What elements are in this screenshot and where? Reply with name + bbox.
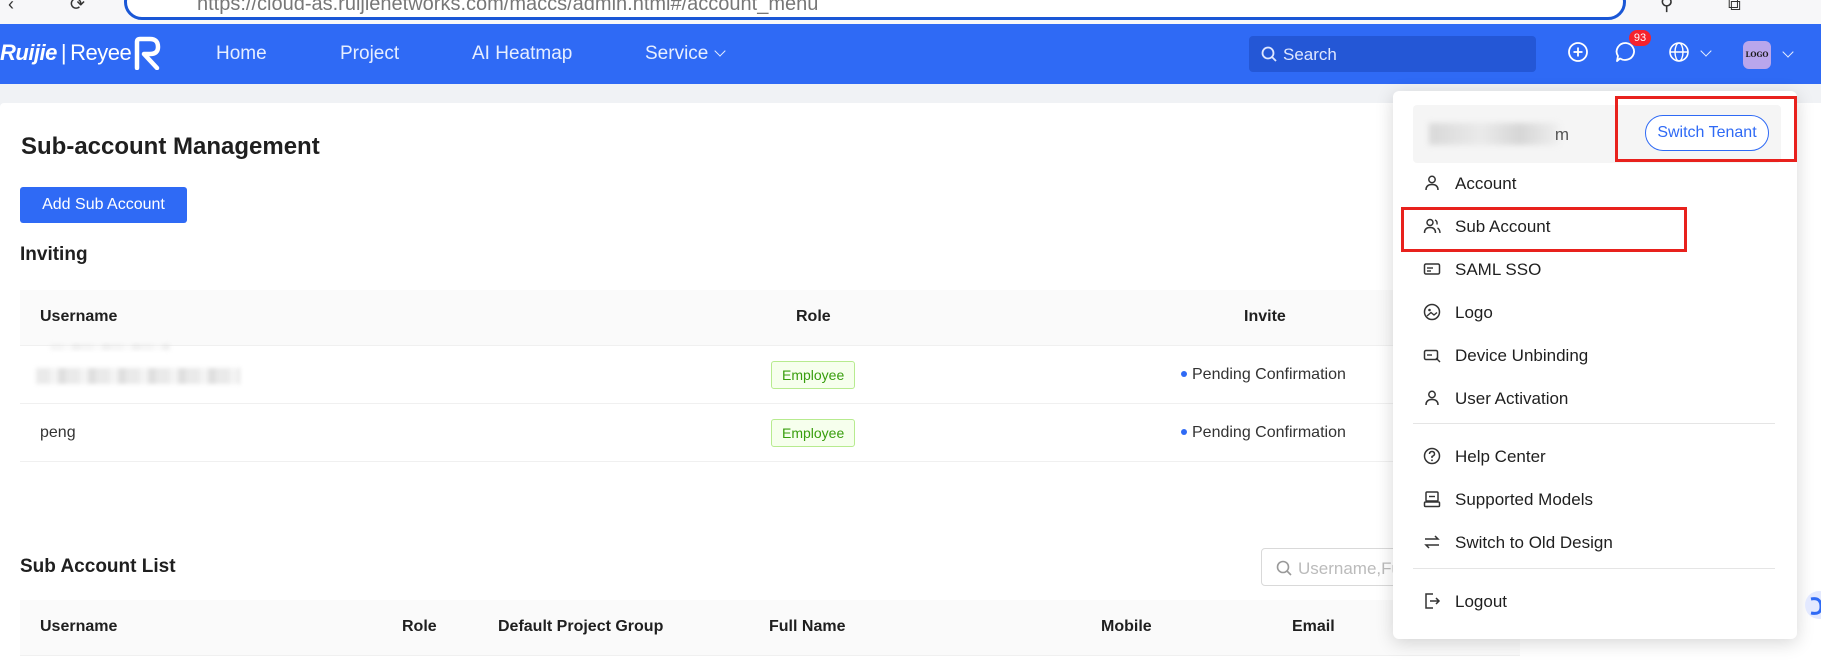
model-icon — [1423, 491, 1441, 508]
highlight-switch-tenant — [1615, 96, 1797, 162]
chevron-down-icon — [714, 45, 727, 57]
user-icon — [1425, 390, 1439, 406]
browser-toolbar: ‹ ⟳ https://cloud-as.ruijienetworks.com/… — [0, 0, 1821, 24]
menu-item-label: Device Unbinding — [1455, 346, 1589, 365]
status-dot-icon — [1181, 371, 1187, 377]
chevron-down-icon[interactable] — [1782, 46, 1794, 58]
column-default-project-group: Default Project Group — [498, 618, 664, 635]
top-navigation: Ruijie | Reyee Home Project AI Heatmap Ser… — [0, 24, 1821, 84]
column-role: Role — [796, 308, 831, 325]
address-url: https://cloud-as.ruijienetworks.com/macc… — [197, 0, 819, 15]
menu-divider — [1413, 423, 1775, 424]
menu-item-user-activation[interactable]: User Activation — [1393, 379, 1797, 419]
invite-status-text: Pending Confirmation — [1192, 424, 1346, 441]
highlight-sub-account — [1401, 207, 1687, 252]
refresh-icon[interactable]: ⟳ — [70, 0, 85, 15]
menu-item-label: Logout — [1455, 592, 1507, 611]
brand-separator: | — [60, 40, 67, 65]
nav-home[interactable]: Home — [216, 43, 267, 65]
address-bar[interactable]: https://cloud-as.ruijienetworks.com/macc… — [124, 0, 1626, 20]
id-card-icon — [1423, 263, 1441, 275]
language-selector[interactable] — [1668, 41, 1712, 68]
search-icon — [1276, 560, 1292, 576]
username-cell: peng — [40, 424, 76, 441]
menu-item-logo[interactable]: Logo — [1393, 293, 1797, 333]
role-tag: Employee — [771, 361, 856, 389]
menu-item-saml-sso[interactable]: SAML SSO — [1393, 250, 1797, 290]
column-username: Username — [40, 308, 118, 325]
filter-placeholder: Username,Fu — [1298, 559, 1401, 578]
search-icon — [1261, 46, 1277, 62]
assistant-bubble-icon[interactable] — [1791, 585, 1821, 625]
menu-item-account[interactable]: Account — [1393, 164, 1797, 204]
swap-icon — [1424, 535, 1440, 549]
account-filter-input[interactable]: Username,Fu — [1261, 548, 1401, 586]
invite-status: Pending Confirmation — [1181, 424, 1346, 442]
brand-name: Ruijie — [0, 40, 57, 65]
extension-icon[interactable]: ⚲ — [1660, 0, 1673, 15]
menu-item-logout[interactable]: Logout — [1393, 582, 1797, 622]
menu-item-label: Switch to Old Design — [1455, 533, 1613, 552]
menu-item-supported-models[interactable]: Supported Models — [1393, 480, 1797, 520]
page-title: Sub-account Management — [21, 133, 320, 160]
invite-status: Pending Confirmation — [1181, 366, 1346, 384]
brand-subname: Reyee — [70, 40, 132, 65]
logout-icon — [1425, 593, 1441, 609]
menu-item-label: Account — [1455, 174, 1517, 193]
menu-item-device-unbinding[interactable]: Device Unbinding — [1393, 336, 1797, 376]
role-tag: Employee — [771, 419, 856, 447]
table-row: peng Employee Pending Confirmation — [20, 404, 1520, 462]
status-dot-icon — [1181, 429, 1187, 435]
chevron-down-icon — [1700, 45, 1712, 57]
unlink-icon — [1423, 349, 1441, 363]
search-placeholder: Search — [1283, 45, 1337, 64]
menu-item-label: Logo — [1455, 303, 1493, 322]
account-dropdown-menu: m Switch Tenant Account Sub Account SAML… — [1393, 91, 1797, 639]
nav-service-label: Service — [645, 43, 709, 64]
help-icon — [1423, 447, 1441, 465]
nav-project[interactable]: Project — [340, 43, 399, 65]
menu-item-help-center[interactable]: Help Center — [1393, 437, 1797, 477]
sub-account-list-title: Sub Account List — [20, 556, 176, 577]
menu-item-label: Help Center — [1455, 447, 1546, 466]
menu-item-label: Supported Models — [1455, 490, 1593, 509]
global-search[interactable]: Search — [1249, 36, 1536, 72]
brand-logo[interactable]: Ruijie | Reyee — [0, 40, 132, 66]
redacted-username — [36, 368, 240, 384]
column-role: Role — [402, 618, 437, 635]
inviting-table-header: Username Role Invite — [20, 290, 1520, 346]
menu-divider — [1413, 568, 1775, 569]
menu-item-switch-old-design[interactable]: Switch to Old Design — [1393, 523, 1797, 563]
menu-item-label: SAML SSO — [1455, 260, 1542, 279]
table-row: Employee Pending Confirmation — [20, 344, 1520, 404]
nav-ai-heatmap[interactable]: AI Heatmap — [472, 43, 572, 65]
column-email: Email — [1292, 618, 1335, 635]
menu-item-label: User Activation — [1455, 389, 1569, 408]
column-full-name: Full Name — [769, 618, 846, 635]
notification-badge: 93 — [1629, 30, 1651, 46]
invite-status-text: Pending Confirmation — [1192, 366, 1346, 383]
current-user-email: m — [1554, 125, 1569, 144]
image-icon — [1423, 303, 1441, 321]
globe-icon — [1669, 42, 1689, 62]
add-circle-icon[interactable] — [1567, 41, 1589, 63]
redacted-username — [50, 344, 170, 350]
nav-service[interactable]: Service — [645, 43, 727, 65]
back-icon[interactable]: ‹ — [8, 0, 14, 15]
column-mobile: Mobile — [1101, 618, 1152, 635]
inviting-title: Inviting — [20, 244, 88, 265]
column-username: Username — [40, 618, 118, 635]
sub-account-table-header: Username Role Default Project Group Full… — [20, 600, 1520, 656]
add-sub-account-button[interactable]: Add Sub Account — [20, 187, 187, 223]
brand-r-icon — [134, 36, 161, 70]
avatar[interactable]: LOGO — [1743, 41, 1771, 69]
user-icon — [1425, 175, 1439, 191]
share-icon[interactable]: ⧉ — [1728, 0, 1741, 15]
column-invite: Invite — [1244, 308, 1286, 325]
